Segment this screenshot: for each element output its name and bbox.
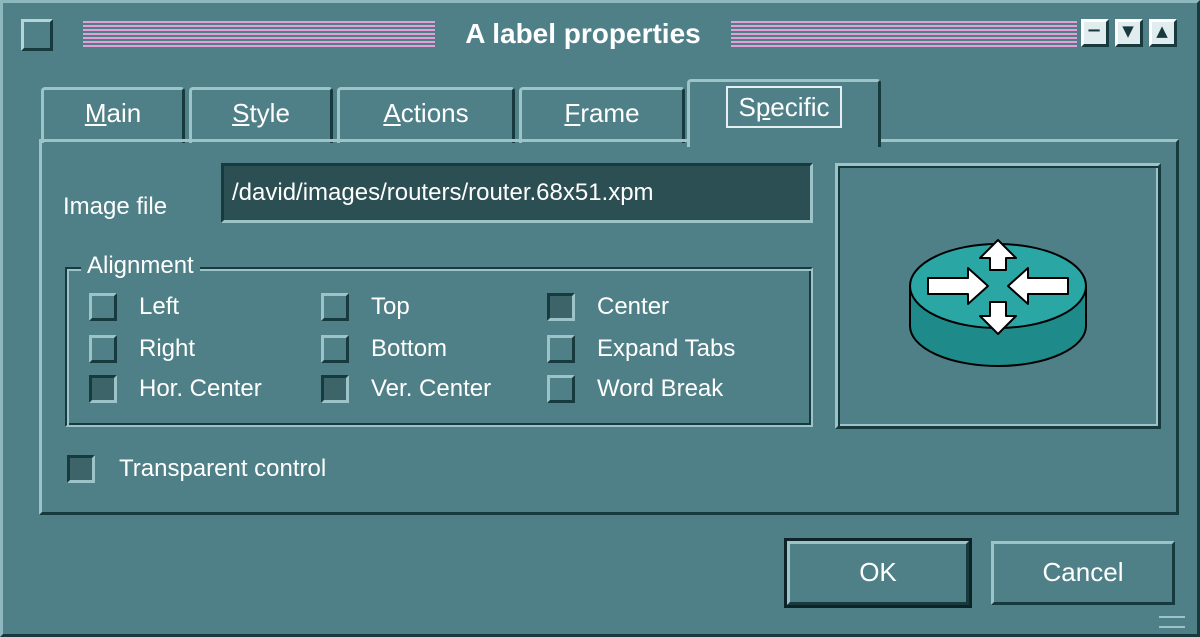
tab-frame-mnemonic: F xyxy=(564,98,581,128)
expand-tabs-checkbox[interactable] xyxy=(547,335,575,363)
dialog-window: A label properties − ▼ ▲ Main Style Acti… xyxy=(0,0,1200,637)
title-stripes-right xyxy=(731,21,1077,49)
tab-style-mnemonic: S xyxy=(232,98,250,128)
word-break-checkbox[interactable] xyxy=(547,375,575,403)
tab-actions-mnemonic: A xyxy=(383,98,401,128)
word-break-label: Word Break xyxy=(597,375,724,402)
center-label: Center xyxy=(597,293,670,320)
router-icon xyxy=(909,239,1087,367)
ver-center-checkbox[interactable] xyxy=(321,375,349,403)
top-label: Top xyxy=(371,293,410,320)
tab-main-mnemonic: M xyxy=(84,98,107,128)
right-checkbox[interactable] xyxy=(89,335,117,363)
tab-main-label: ain xyxy=(106,98,142,128)
center-checkbox[interactable] xyxy=(547,293,575,321)
left-label: Left xyxy=(139,293,180,320)
bottom-checkbox[interactable] xyxy=(321,335,349,363)
chevron-up-icon: ▲ xyxy=(1156,22,1168,40)
tab-specific-mnemonic: p xyxy=(755,92,771,122)
left-checkbox[interactable] xyxy=(89,293,117,321)
shade-button[interactable]: ▼ xyxy=(1115,19,1143,47)
tab-main[interactable]: Main xyxy=(41,87,185,143)
tab-frame-label: rame xyxy=(580,98,640,128)
window-title: A label properties xyxy=(465,18,701,49)
expand-tabs-label: Expand Tabs xyxy=(597,335,736,362)
tab-focus-ring: Specific xyxy=(726,86,842,128)
transparent-control-label: Transparent control xyxy=(119,455,327,482)
title-stripes-left xyxy=(83,21,435,49)
resize-grip[interactable] xyxy=(1159,616,1185,628)
top-checkbox[interactable] xyxy=(321,293,349,321)
hor-center-label: Hor. Center xyxy=(139,375,262,402)
window-menu-button[interactable] xyxy=(21,19,53,51)
chevron-down-icon: ▼ xyxy=(1122,22,1134,40)
minimize-button[interactable]: − xyxy=(1081,19,1109,47)
title-bar[interactable]: A label properties − ▼ ▲ xyxy=(13,13,1191,67)
minimize-icon: − xyxy=(1086,20,1102,41)
transparent-control-checkbox[interactable] xyxy=(67,455,95,483)
image-file-label: Image file xyxy=(63,193,168,220)
ver-center-label: Ver. Center xyxy=(371,375,492,402)
tab-specific-prefix: S xyxy=(738,92,756,122)
tab-specific[interactable]: Specific xyxy=(687,79,881,147)
tab-frame[interactable]: Frame xyxy=(519,87,685,143)
ok-button[interactable]: OK xyxy=(784,538,972,608)
right-label: Right xyxy=(139,335,196,362)
image-preview xyxy=(835,163,1161,429)
cancel-button[interactable]: Cancel xyxy=(991,541,1175,605)
tab-style[interactable]: Style xyxy=(189,87,333,143)
tab-specific-label: ecific xyxy=(770,92,830,122)
maximize-button[interactable]: ▲ xyxy=(1149,19,1177,47)
tab-actions[interactable]: Actions xyxy=(337,87,515,143)
tab-style-label: tyle xyxy=(249,98,290,128)
image-file-input[interactable]: /david/images/routers/router.68x51.xpm xyxy=(221,163,813,223)
bottom-label: Bottom xyxy=(371,335,448,362)
hor-center-checkbox[interactable] xyxy=(89,375,117,403)
tab-actions-label: ctions xyxy=(400,98,469,128)
alignment-legend: Alignment xyxy=(81,251,200,281)
